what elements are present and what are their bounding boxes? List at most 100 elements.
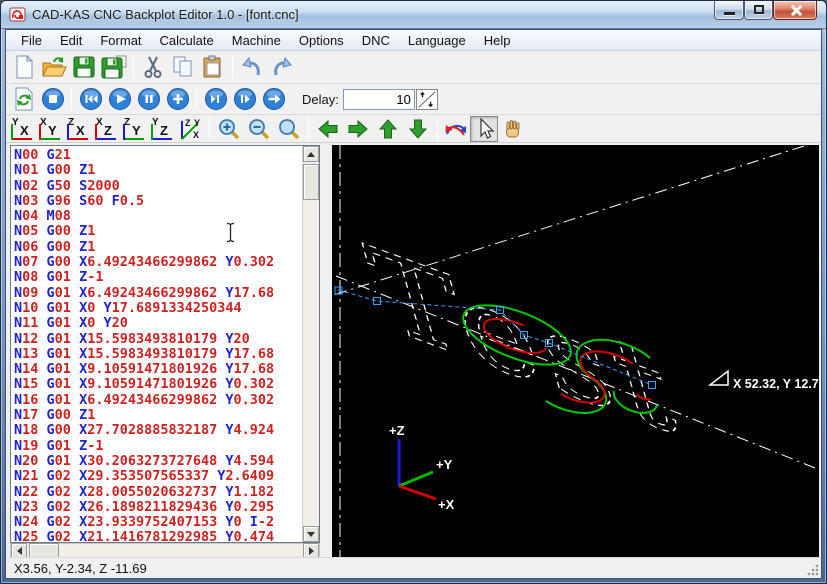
gcode-line: N23 G02 X26.1898211829436 Y0.295 <box>14 498 275 515</box>
forward-button[interactable] <box>259 86 288 112</box>
gcode-line: N20 G01 X30.2063273727648 Y4.594 <box>14 452 275 469</box>
rotate-view-button[interactable] <box>442 116 470 142</box>
maximize-button[interactable] <box>744 1 773 20</box>
add-position-button[interactable] <box>163 86 192 112</box>
gcode-line: N15 G01 X9.10591471801926 Y0.302 <box>14 376 275 393</box>
view-button-zyx[interactable]: ZYX <box>177 117 204 141</box>
delay-control: Delay: <box>302 88 438 110</box>
pan-left-button[interactable] <box>313 115 343 142</box>
resize-grip[interactable] <box>807 564 819 576</box>
save-all-button[interactable] <box>99 54 129 81</box>
step-forward-button[interactable] <box>230 86 259 112</box>
axis-x-line <box>398 484 437 501</box>
gcode-vertical-scrollbar[interactable] <box>302 146 319 542</box>
view-button-yx[interactable]: YX <box>9 117 36 141</box>
zoom-window-button[interactable] <box>274 115 304 142</box>
cut-button[interactable] <box>138 54 168 81</box>
scroll-up-button[interactable] <box>303 146 319 162</box>
new-file-button[interactable] <box>9 54 39 81</box>
view-button-yz[interactable]: YZ <box>149 117 176 141</box>
menu-calculate[interactable]: Calculate <box>151 31 223 50</box>
select-pointer-button[interactable] <box>470 115 498 142</box>
zoom-out-icon <box>249 118 270 139</box>
axis-x-label: +X <box>438 497 455 512</box>
delay-input[interactable] <box>342 88 415 110</box>
gcode-line: N06 G00 Z1 <box>14 238 96 255</box>
menu-machine[interactable]: Machine <box>223 31 290 50</box>
gcode-line: N03 G96 S60 F0.5 <box>14 192 145 209</box>
view-button-xy[interactable]: XY <box>37 117 64 141</box>
toolbar-playback: Delay: <box>6 84 821 115</box>
title-bar[interactable]: CAD-KAS CNC Backplot Editor 1.0 - [font.… <box>1 1 826 29</box>
gcode-line: N18 G00 X27.7028885832187 Y4.924 <box>14 422 275 439</box>
stop-button[interactable] <box>38 86 67 112</box>
skip-to-start-button[interactable] <box>76 86 105 112</box>
toolbar-separator <box>209 117 210 140</box>
arrow-up-icon <box>307 151 315 157</box>
simulate-button[interactable] <box>9 86 38 112</box>
menu-file[interactable]: File <box>12 31 51 50</box>
menu-edit[interactable]: Edit <box>51 31 91 50</box>
zoom-in-button[interactable] <box>214 115 244 142</box>
backplot-canvas[interactable]: Test X 52.32, Y 12.7 +Z +Y +X <box>332 145 819 557</box>
minimize-icon <box>724 12 735 15</box>
redo-button[interactable] <box>267 54 297 81</box>
close-icon <box>790 5 802 16</box>
gcode-text: N00 G21 N01 G00 Z1 N02 G50 S2000 N03 G96 S6… <box>14 148 301 542</box>
scroll-down-button[interactable] <box>303 526 319 542</box>
gcode-line: N01 G00 Z1 <box>14 162 96 179</box>
paste-icon <box>203 55 221 78</box>
gcode-line: N22 G02 X28.0055020632737 Y1.182 <box>14 483 275 500</box>
svg-text:Y: Y <box>194 118 200 128</box>
view-3d-icon: Z YX <box>181 118 200 140</box>
pan-down-button[interactable] <box>403 115 433 142</box>
menu-options[interactable]: Options <box>290 31 353 50</box>
save-button[interactable] <box>69 54 99 81</box>
pan-up-button[interactable] <box>373 115 403 142</box>
gcode-line: N14 G01 X9.10591471801926 Y17.68 <box>14 361 275 378</box>
copy-button[interactable] <box>168 54 198 81</box>
pause-button[interactable] <box>134 86 163 112</box>
skip-to-end-button[interactable] <box>201 86 230 112</box>
open-file-button[interactable] <box>39 54 69 81</box>
paste-button[interactable] <box>198 54 228 81</box>
minimize-button[interactable] <box>714 1 744 20</box>
gcode-line: N09 G01 X6.49243466299862 Y17.68 <box>14 284 275 301</box>
menu-format[interactable]: Format <box>91 31 150 50</box>
zoom-out-button[interactable] <box>244 115 274 142</box>
pan-right-button[interactable] <box>343 115 373 142</box>
svg-text:Z: Z <box>185 118 191 128</box>
delay-spinner[interactable] <box>415 88 438 110</box>
gcode-line: N04 M08 <box>14 208 71 225</box>
cut-icon <box>144 56 162 78</box>
view-button-zy[interactable]: ZY <box>121 117 148 141</box>
delay-label: Delay: <box>302 91 339 107</box>
gcode-line: N11 G01 X0 Y20 <box>14 315 128 332</box>
select-pointer-icon <box>480 117 495 139</box>
axis-y-label: +Y <box>436 457 453 472</box>
close-button[interactable] <box>773 1 817 20</box>
menu-dnc[interactable]: DNC <box>353 31 399 50</box>
toolbar-separator <box>232 56 233 78</box>
copy-icon <box>173 56 192 77</box>
axis-y-line <box>398 470 434 488</box>
svg-text:X: X <box>193 130 199 140</box>
pan-up-icon <box>378 118 398 138</box>
vertical-scroll-thumb[interactable] <box>303 164 319 200</box>
step-forward-icon <box>233 88 256 110</box>
view-button-zx[interactable]: ZX <box>65 117 92 141</box>
toolbar-separator <box>437 117 438 140</box>
toolbar-file <box>6 51 821 84</box>
undo-button[interactable] <box>237 54 267 81</box>
play-button[interactable] <box>105 86 134 112</box>
menu-language[interactable]: Language <box>399 31 475 50</box>
plot-word-outline: Test <box>355 220 693 464</box>
view-button-xz[interactable]: XZ <box>93 117 120 141</box>
skip-to-start-icon <box>79 88 102 110</box>
pan-hand-button[interactable] <box>498 116 526 142</box>
gcode-line: N12 G01 X15.5983493810179 Y20 <box>14 330 250 347</box>
menu-help[interactable]: Help <box>475 31 520 50</box>
gcode-editor[interactable]: N00 G21 N01 G00 Z1 N02 G50 S2000 N03 G96 S6… <box>10 145 320 543</box>
pause-icon <box>137 88 160 110</box>
open-file-icon <box>42 57 67 77</box>
